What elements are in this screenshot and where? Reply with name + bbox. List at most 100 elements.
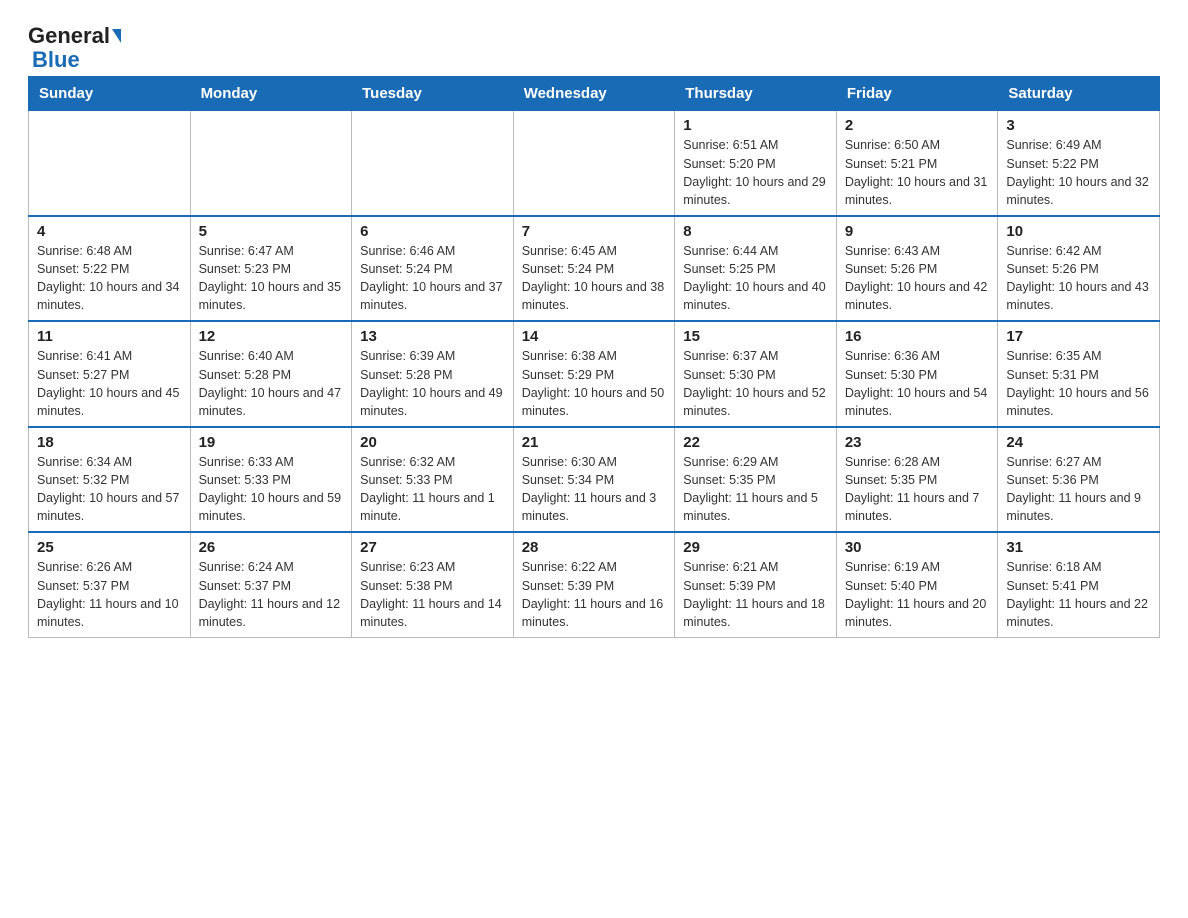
weekday-header-monday: Monday [190,77,352,111]
calendar-week-row: 25 Sunrise: 6:26 AMSunset: 5:37 PMDayligh… [29,532,1160,637]
day-info: Sunrise: 6:51 AMSunset: 5:20 PMDaylight:… [683,136,828,209]
calendar-cell: 27 Sunrise: 6:23 AMSunset: 5:38 PMDayligh… [352,532,514,637]
calendar-cell: 1 Sunrise: 6:51 AMSunset: 5:20 PMDaylight… [675,111,837,216]
day-info: Sunrise: 6:38 AMSunset: 5:29 PMDaylight:… [522,347,667,420]
day-number: 31 [1006,539,1151,556]
day-number: 23 [845,434,990,451]
day-info: Sunrise: 6:33 AMSunset: 5:33 PMDaylight:… [199,453,344,526]
calendar-cell: 30 Sunrise: 6:19 AMSunset: 5:40 PMDayligh… [836,532,998,637]
day-number: 24 [1006,434,1151,451]
day-info: Sunrise: 6:32 AMSunset: 5:33 PMDaylight:… [360,453,505,526]
day-info: Sunrise: 6:21 AMSunset: 5:39 PMDaylight:… [683,558,828,631]
day-number: 29 [683,539,828,556]
calendar-cell: 26Sunrise: 6:24 AMSunset: 5:37 PMDayligh… [190,532,352,637]
weekday-header-friday: Friday [836,77,998,111]
logo: General Blue [28,24,121,72]
calendar-cell: 22 Sunrise: 6:29 AMSunset: 5:35 PMDayligh… [675,427,837,533]
weekday-header-thursday: Thursday [675,77,837,111]
calendar-cell: 20 Sunrise: 6:32 AMSunset: 5:33 PMDayligh… [352,427,514,533]
calendar-week-row: 11 Sunrise: 6:41 AMSunset: 5:27 PMDayligh… [29,321,1160,427]
calendar-cell: 7 Sunrise: 6:45 AMSunset: 5:24 PMDaylight… [513,216,675,322]
calendar-cell [190,111,352,216]
day-number: 6 [360,223,505,240]
day-info: Sunrise: 6:45 AMSunset: 5:24 PMDaylight:… [522,242,667,315]
calendar-cell [352,111,514,216]
day-info: Sunrise: 6:40 AMSunset: 5:28 PMDaylight:… [199,347,344,420]
calendar-cell: 24 Sunrise: 6:27 AMSunset: 5:36 PMDayligh… [998,427,1160,533]
page-header: General Blue [28,24,1160,72]
calendar-week-row: 4Sunrise: 6:48 AMSunset: 5:22 PMDaylight… [29,216,1160,322]
day-number: 17 [1006,328,1151,345]
day-number: 30 [845,539,990,556]
day-info: Sunrise: 6:49 AMSunset: 5:22 PMDaylight:… [1006,136,1151,209]
calendar-week-row: 18 Sunrise: 6:34 AMSunset: 5:32 PMDayligh… [29,427,1160,533]
day-number: 3 [1006,117,1151,134]
weekday-header-tuesday: Tuesday [352,77,514,111]
weekday-header-wednesday: Wednesday [513,77,675,111]
logo-triangle-icon [112,29,121,43]
day-info: Sunrise: 6:19 AMSunset: 5:40 PMDaylight:… [845,558,990,631]
day-info: Sunrise: 6:44 AMSunset: 5:25 PMDaylight:… [683,242,828,315]
calendar-cell: 13Sunrise: 6:39 AMSunset: 5:28 PMDayligh… [352,321,514,427]
day-info: Sunrise: 6:37 AMSunset: 5:30 PMDaylight:… [683,347,828,420]
day-number: 11 [37,328,182,345]
day-info: Sunrise: 6:26 AMSunset: 5:37 PMDaylight:… [37,558,182,631]
day-info: Sunrise: 6:46 AMSunset: 5:24 PMDaylight:… [360,242,505,315]
logo-general: General [28,24,110,48]
day-number: 18 [37,434,182,451]
calendar-cell: 3 Sunrise: 6:49 AMSunset: 5:22 PMDaylight… [998,111,1160,216]
calendar-cell: 21 Sunrise: 6:30 AMSunset: 5:34 PMDayligh… [513,427,675,533]
calendar-cell: 4Sunrise: 6:48 AMSunset: 5:22 PMDaylight… [29,216,191,322]
day-number: 27 [360,539,505,556]
day-info: Sunrise: 6:30 AMSunset: 5:34 PMDaylight:… [522,453,667,526]
day-number: 14 [522,328,667,345]
day-info: Sunrise: 6:50 AMSunset: 5:21 PMDaylight:… [845,136,990,209]
day-number: 28 [522,539,667,556]
day-info: Sunrise: 6:24 AMSunset: 5:37 PMDaylight:… [199,558,344,631]
calendar-cell: 17 Sunrise: 6:35 AMSunset: 5:31 PMDayligh… [998,321,1160,427]
day-number: 4 [37,223,182,240]
calendar-cell: 10Sunrise: 6:42 AMSunset: 5:26 PMDayligh… [998,216,1160,322]
day-info: Sunrise: 6:41 AMSunset: 5:27 PMDaylight:… [37,347,182,420]
day-number: 22 [683,434,828,451]
day-number: 21 [522,434,667,451]
day-info: Sunrise: 6:34 AMSunset: 5:32 PMDaylight:… [37,453,182,526]
day-info: Sunrise: 6:47 AMSunset: 5:23 PMDaylight:… [199,242,344,315]
calendar-cell: 29 Sunrise: 6:21 AMSunset: 5:39 PMDayligh… [675,532,837,637]
calendar-cell: 23 Sunrise: 6:28 AMSunset: 5:35 PMDayligh… [836,427,998,533]
calendar-cell: 11 Sunrise: 6:41 AMSunset: 5:27 PMDayligh… [29,321,191,427]
day-number: 8 [683,223,828,240]
day-info: Sunrise: 6:29 AMSunset: 5:35 PMDaylight:… [683,453,828,526]
calendar-cell: 25 Sunrise: 6:26 AMSunset: 5:37 PMDayligh… [29,532,191,637]
logo-blue: Blue [28,48,80,72]
day-number: 13 [360,328,505,345]
calendar-week-row: 1 Sunrise: 6:51 AMSunset: 5:20 PMDaylight… [29,111,1160,216]
calendar-cell [29,111,191,216]
day-info: Sunrise: 6:23 AMSunset: 5:38 PMDaylight:… [360,558,505,631]
calendar-cell: 16Sunrise: 6:36 AMSunset: 5:30 PMDayligh… [836,321,998,427]
weekday-header-sunday: Sunday [29,77,191,111]
day-number: 5 [199,223,344,240]
calendar-cell [513,111,675,216]
day-info: Sunrise: 6:22 AMSunset: 5:39 PMDaylight:… [522,558,667,631]
day-info: Sunrise: 6:36 AMSunset: 5:30 PMDaylight:… [845,347,990,420]
calendar-cell: 5 Sunrise: 6:47 AMSunset: 5:23 PMDaylight… [190,216,352,322]
day-info: Sunrise: 6:35 AMSunset: 5:31 PMDaylight:… [1006,347,1151,420]
day-number: 9 [845,223,990,240]
day-number: 15 [683,328,828,345]
calendar-cell: 31Sunrise: 6:18 AMSunset: 5:41 PMDayligh… [998,532,1160,637]
calendar-cell: 14 Sunrise: 6:38 AMSunset: 5:29 PMDayligh… [513,321,675,427]
calendar-cell: 2Sunrise: 6:50 AMSunset: 5:21 PMDaylight… [836,111,998,216]
day-number: 20 [360,434,505,451]
day-number: 7 [522,223,667,240]
day-info: Sunrise: 6:28 AMSunset: 5:35 PMDaylight:… [845,453,990,526]
day-number: 10 [1006,223,1151,240]
calendar-cell: 19Sunrise: 6:33 AMSunset: 5:33 PMDayligh… [190,427,352,533]
day-info: Sunrise: 6:27 AMSunset: 5:36 PMDaylight:… [1006,453,1151,526]
day-number: 1 [683,117,828,134]
calendar-cell: 6 Sunrise: 6:46 AMSunset: 5:24 PMDaylight… [352,216,514,322]
day-info: Sunrise: 6:43 AMSunset: 5:26 PMDaylight:… [845,242,990,315]
day-number: 12 [199,328,344,345]
day-number: 25 [37,539,182,556]
calendar-cell: 28 Sunrise: 6:22 AMSunset: 5:39 PMDayligh… [513,532,675,637]
